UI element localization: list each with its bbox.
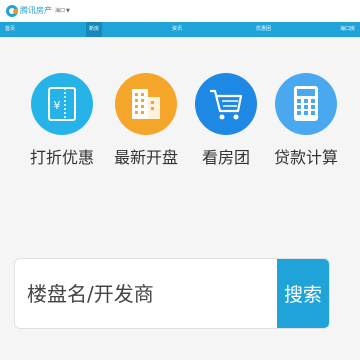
search-button[interactable]: 搜索	[277, 259, 329, 328]
feature-discount-label: 打折优惠	[29, 148, 94, 167]
feature-new-launch-label: 最新开盘	[113, 148, 178, 167]
main-nav: 首页 新房 资讯 优惠团 海口房	[0, 22, 360, 37]
search-input[interactable]	[15, 259, 279, 328]
nav-item-home[interactable]: 首页	[5, 22, 15, 37]
nav-item-new-homes[interactable]: 新房	[86, 22, 103, 37]
nav-item-group-buy[interactable]: 优惠团	[256, 22, 271, 37]
feature-discount[interactable]: ¥ 打折优惠	[26, 73, 98, 213]
feature-tour-group-label: 看房团	[201, 148, 250, 167]
nav-item-news[interactable]: 资讯	[172, 22, 182, 37]
cart-icon	[210, 89, 243, 120]
tencent-logo-icon[interactable]	[6, 5, 18, 17]
brand-name[interactable]: 腾讯房产	[20, 5, 52, 17]
nav-item-haikou[interactable]: 海口房	[340, 22, 355, 37]
svg-text:¥: ¥	[54, 99, 61, 112]
city-selector[interactable]: 海口	[55, 6, 65, 16]
feature-new-launch[interactable]: 最新开盘	[110, 73, 182, 213]
search-box: 搜索	[14, 258, 330, 329]
calculator-icon	[294, 86, 318, 121]
main-content: ¥ 打折优惠 最新开盘 看房团 贷款计算 楼盘名/开发商 搜索	[0, 37, 360, 360]
feature-tour-group[interactable]: 看房团	[190, 73, 262, 213]
top-header: 腾讯房产 海口 ▼	[0, 0, 360, 22]
chevron-down-icon[interactable]: ▼	[66, 6, 70, 16]
feature-loan-calc-label: 贷款计算	[273, 148, 338, 167]
feature-loan-calc[interactable]: 贷款计算	[270, 73, 342, 213]
building-icon	[132, 89, 160, 119]
coupon-icon: ¥	[48, 87, 76, 121]
